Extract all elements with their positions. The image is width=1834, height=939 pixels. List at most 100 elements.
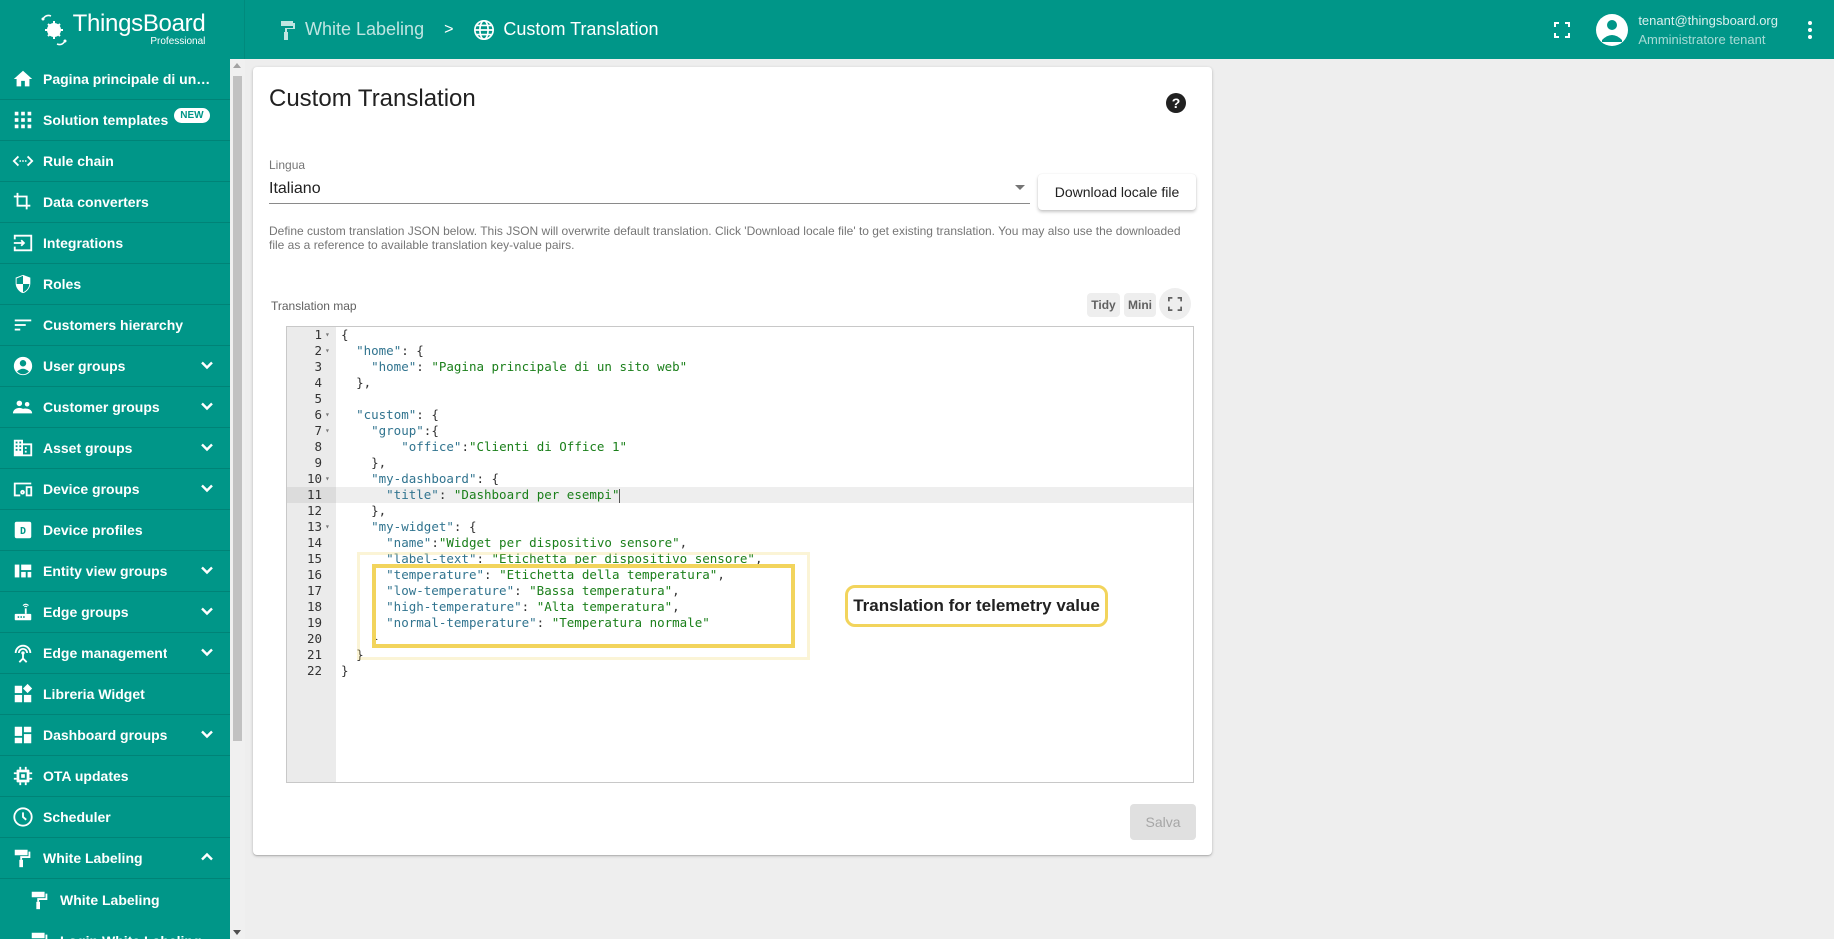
sidebar-item-label: Solution templates <box>43 112 169 128</box>
sidebar-item-ota-updates[interactable]: OTA updates <box>0 756 230 797</box>
sidebar-item-edge-groups[interactable]: Edge groups <box>0 592 230 633</box>
fold-arrow-icon[interactable]: ▾ <box>325 519 330 535</box>
thingsboard-logo-icon <box>41 14 67 45</box>
code-line[interactable]: 10 ▾ "my-dashboard": { <box>287 471 1193 487</box>
breadcrumb-white-labeling[interactable]: White Labeling <box>279 19 424 40</box>
apps-icon <box>11 108 35 132</box>
json-string: "Clienti di Office 1" <box>468 439 628 454</box>
sidebar-item-user-groups[interactable]: User groups <box>0 346 230 387</box>
code-line[interactable]: 11 "title": "Dashboard per esempi" <box>287 487 1193 503</box>
line-number: 14 <box>306 535 322 550</box>
code-line[interactable]: 3 "home": "Pagina principale di un sito … <box>287 359 1193 375</box>
sidebar-item-label: Rule chain <box>43 153 114 169</box>
line-number: 4 <box>314 375 322 390</box>
tidy-button[interactable]: Tidy <box>1087 293 1120 317</box>
code-line[interactable]: 1 ▾{ <box>287 327 1193 343</box>
mini-button[interactable]: Mini <box>1124 293 1156 317</box>
editor-fullscreen-button[interactable] <box>1159 288 1191 320</box>
line-number: 20 <box>306 631 322 646</box>
json-punct: : { <box>453 519 477 534</box>
scroll-thumb[interactable] <box>233 76 242 741</box>
json-punct: , <box>679 535 688 550</box>
more-vert-icon <box>1808 20 1812 25</box>
sidebar-item-data-converters[interactable]: Data converters <box>0 182 230 223</box>
sidebar-item-label: Dashboard groups <box>43 727 168 743</box>
json-punct: : <box>416 359 432 374</box>
chevron-up-icon[interactable] <box>200 850 214 867</box>
line-number: 9 <box>314 455 322 470</box>
chevron-down-icon[interactable] <box>200 645 214 662</box>
logo[interactable]: ThingsBoard Professional <box>0 0 245 59</box>
sidebar-item-libreria-widget[interactable]: Libreria Widget <box>0 674 230 715</box>
sidebar-item-login-white-labeling-sub[interactable]: Login White Labeling <box>0 920 230 939</box>
chevron-down-icon[interactable] <box>200 358 214 375</box>
code-line[interactable]: 6 ▾ "custom": { <box>287 407 1193 423</box>
code-line[interactable]: 4 }, <box>287 375 1193 391</box>
chevron-down-icon[interactable] <box>200 440 214 457</box>
sidebar-item-rule-chain[interactable]: Rule chain <box>0 141 230 182</box>
code-line[interactable]: 5 <box>287 391 1193 407</box>
callout-label: Translation for telemetry value <box>845 585 1108 627</box>
line-number: 21 <box>306 647 322 662</box>
scroll-down-arrow[interactable] <box>233 930 241 935</box>
json-key: "my-dashboard" <box>371 471 477 486</box>
sidebar-item-customer-groups[interactable]: Customer groups <box>0 387 230 428</box>
json-punct: : <box>461 439 469 454</box>
sidebar-item-dashboard-groups[interactable]: Dashboard groups <box>0 715 230 756</box>
view-quilt-icon <box>11 559 35 583</box>
chevron-down-icon[interactable] <box>200 563 214 580</box>
sidebar-item-entity-view-groups[interactable]: Entity view groups <box>0 551 230 592</box>
code-line[interactable]: 13 ▾ "my-widget": { <box>287 519 1193 535</box>
help-icon[interactable]: ? <box>1166 93 1186 113</box>
code-line[interactable]: 12 }, <box>287 503 1193 519</box>
chevron-down-icon[interactable] <box>200 727 214 744</box>
highlight-box <box>372 564 795 648</box>
translation-map-label: Translation map <box>271 299 357 313</box>
chevron-down-icon[interactable] <box>200 481 214 498</box>
more-menu-button[interactable] <box>1800 20 1820 39</box>
sidebar-item-integrations[interactable]: Integrations <box>0 223 230 264</box>
sidebar-item-device-groups[interactable]: Device groups <box>0 469 230 510</box>
save-button[interactable]: Salva <box>1130 804 1196 840</box>
code-line[interactable]: 8 "office":"Clienti di Office 1" <box>287 439 1193 455</box>
user-info[interactable]: tenant@thingsboard.org Amministratore te… <box>1638 11 1778 49</box>
fold-arrow-icon[interactable]: ▾ <box>325 343 330 359</box>
sidebar-item-asset-groups[interactable]: Asset groups <box>0 428 230 469</box>
chevron-down-icon[interactable] <box>200 399 214 416</box>
sidebar-item-customers-hierarchy[interactable]: Customers hierarchy <box>0 305 230 346</box>
fullscreen-button[interactable] <box>1542 10 1582 50</box>
devices-other-icon <box>11 477 35 501</box>
code-line[interactable]: 7 ▾ "group":{ <box>287 423 1193 439</box>
sidebar-item-white-labeling[interactable]: White Labeling <box>0 838 230 879</box>
sidebar-item-white-labeling-sub[interactable]: White Labeling <box>0 879 230 920</box>
sidebar-item-solution-templates[interactable]: Solution templates NEW <box>0 100 230 141</box>
json-string: "Widget per dispositivo sensore" <box>438 535 680 550</box>
chevron-down-icon[interactable] <box>200 604 214 621</box>
sidebar-item-label: Libreria Widget <box>43 686 145 702</box>
code-line[interactable]: 2 ▾ "home": { <box>287 343 1193 359</box>
sidebar-item-label: Device profiles <box>43 522 143 538</box>
code-text: }, <box>341 455 386 471</box>
sidebar-scrollbar[interactable] <box>230 59 245 939</box>
sidebar-item-pagina-principale-di-un-sito-web[interactable]: Pagina principale di un sito web <box>0 59 230 100</box>
scroll-up-arrow[interactable] <box>233 63 241 68</box>
fold-arrow-icon[interactable]: ▾ <box>325 471 330 487</box>
code-line[interactable]: 9 }, <box>287 455 1193 471</box>
sidebar-item-scheduler[interactable]: Scheduler <box>0 797 230 838</box>
breadcrumb-custom-translation: Custom Translation <box>473 19 659 41</box>
format-paint-icon <box>28 888 52 912</box>
sidebar-item-roles[interactable]: Roles <box>0 264 230 305</box>
fold-arrow-icon[interactable]: ▾ <box>325 327 330 343</box>
sidebar-item-device-profiles[interactable]: D Device profiles <box>0 510 230 551</box>
language-select[interactable]: Italiano <box>269 175 1030 204</box>
sidebar-item-edge-management[interactable]: Edge management <box>0 633 230 674</box>
json-punct: { <box>341 327 349 342</box>
fold-arrow-icon[interactable]: ▾ <box>325 423 330 439</box>
download-locale-file-button[interactable]: Download locale file <box>1038 174 1196 210</box>
fold-arrow-icon[interactable]: ▾ <box>325 407 330 423</box>
json-punct: }, <box>371 503 387 518</box>
code-line[interactable]: 14 "name":"Widget per dispositivo sensor… <box>287 535 1193 551</box>
code-line[interactable]: 22} <box>287 663 1193 679</box>
avatar[interactable] <box>1596 13 1629 46</box>
sidebar-item-label: OTA updates <box>43 768 129 784</box>
